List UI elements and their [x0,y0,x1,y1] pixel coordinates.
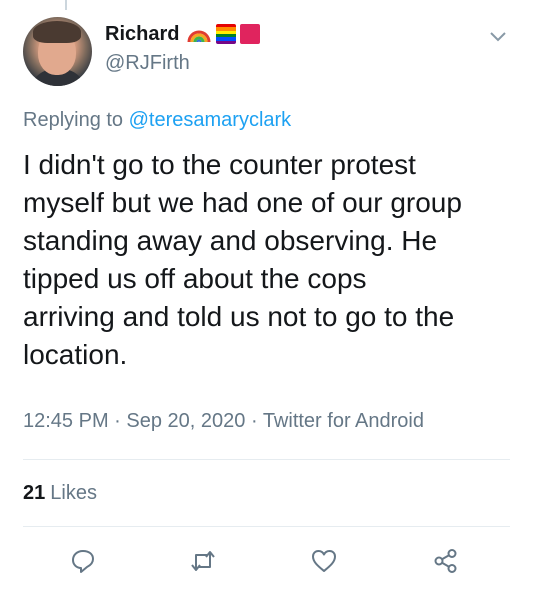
reply-button[interactable] [66,544,100,578]
tweet-source[interactable]: Twitter for Android [263,410,424,432]
timestamp[interactable]: 12:45 PM · Sep 20, 2020 [23,410,245,432]
retweet-button[interactable] [186,544,220,578]
reply-handle-link[interactable]: @teresamaryclark [129,109,292,131]
avatar[interactable] [23,17,92,86]
tweet-text-line: tipped us off about the cops [23,263,367,294]
replying-to: Replying to @teresamaryclark [23,108,291,132]
replying-to-label: Replying to [23,109,124,131]
likes-summary[interactable]: 21 Likes [23,481,97,505]
author-handle[interactable]: @RJFirth [105,51,190,75]
author-name-row[interactable]: Richard [105,22,261,46]
like-button[interactable] [307,544,341,578]
rainbow-icon [187,30,211,43]
meta-separator: · [250,410,258,432]
name-emojis [186,24,261,44]
red-square-icon [240,24,261,44]
thread-connector [65,0,67,10]
tweet-text-line: I didn't go to the counter protest [23,149,416,180]
action-bar [0,544,533,578]
avatar-hair [33,21,81,43]
share-button[interactable] [429,544,463,578]
divider [23,526,510,527]
tweet-text: I didn't go to the counter protest mysel… [23,146,518,374]
tweet-text-line: location. [23,339,128,370]
tweet-text-line: standing away and observing. He [23,225,438,256]
like-icon [312,550,336,572]
display-name[interactable]: Richard [105,22,179,46]
likes-label: Likes [50,482,97,504]
likes-count: 21 [23,482,46,504]
tweet-text-line: arriving and told us not to go to the [23,301,455,332]
tweet-meta: 12:45 PM · Sep 20, 2020 · Twitter for An… [23,409,424,433]
divider [23,459,510,460]
chevron-down-icon[interactable] [486,24,510,48]
retweet-icon [191,551,215,571]
reply-icon [72,550,94,573]
tweet-text-line: myself but we had one of our group [23,187,462,218]
share-icon [434,549,457,573]
rainbow-flag-icon [216,24,237,44]
